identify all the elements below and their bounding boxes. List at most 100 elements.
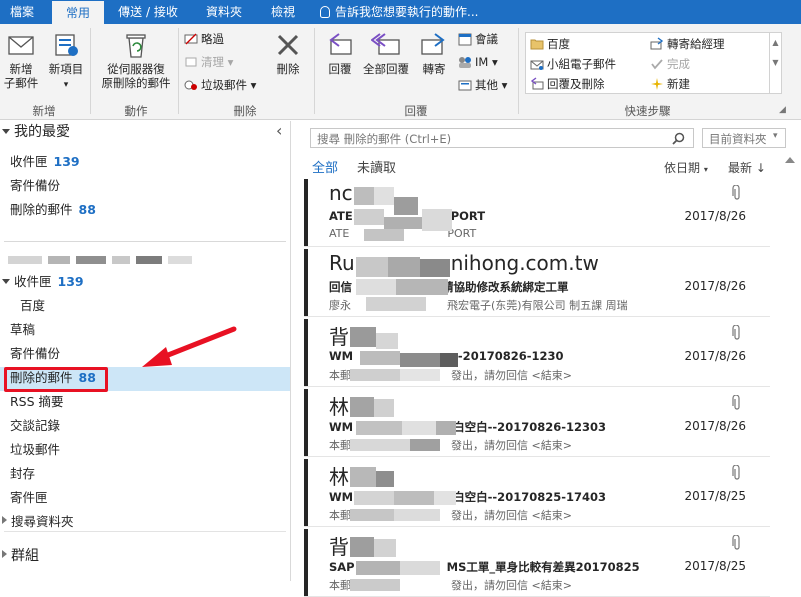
scroll-up-icon[interactable] <box>785 157 795 163</box>
group-label-quick-steps: 快速步驟 <box>624 104 671 118</box>
red-highlight-box <box>4 367 108 392</box>
folder-sent[interactable]: 寄件備份 <box>10 343 60 365</box>
more-respond-button[interactable]: 其他 ▾ <box>458 76 507 94</box>
cleanup-button[interactable]: 清理 ▾ <box>184 53 233 71</box>
reply-all-button[interactable]: 全部回覆 <box>360 30 412 76</box>
folder-search-folders[interactable]: 搜尋資料夾 <box>2 511 74 533</box>
expand-arrow-icon <box>2 279 10 284</box>
paperclip-icon <box>732 535 740 550</box>
redaction-block <box>48 256 70 264</box>
message-item[interactable]: 林 WM 白空白--20170825-17403 本郵 發出，請勿回信 <結束> 2… <box>304 459 770 527</box>
dialog-launcher-icon[interactable]: ◢ <box>779 105 786 115</box>
search-input[interactable]: 搜尋 刪除的郵件 (Ctrl+E) <box>310 128 694 148</box>
new-items-arrow: ▾ <box>63 80 69 90</box>
folder-inbox[interactable]: 收件匣 139 <box>2 271 84 293</box>
quick-step-label: 回覆及刪除 <box>547 77 605 91</box>
quick-steps-scrollbar[interactable]: ▲ ▼ <box>770 32 782 94</box>
quick-step-team-email[interactable]: 小組電子郵件 <box>530 55 616 73</box>
recycle-bin-icon <box>126 34 146 58</box>
junk-icon <box>184 80 197 90</box>
search-icon[interactable] <box>672 132 685 145</box>
delete-label: 刪除 <box>276 62 300 76</box>
quick-step-done[interactable]: 完成 <box>650 55 690 73</box>
redacted-mosaic <box>350 467 460 523</box>
tab-file[interactable]: 檔案 <box>0 0 44 24</box>
tab-view[interactable]: 檢視 <box>260 0 306 24</box>
message-sender: 林 <box>329 395 349 419</box>
tab-folder[interactable]: 資料夾 <box>196 0 252 24</box>
folder-archive[interactable]: 封存 <box>10 463 35 485</box>
groups-header[interactable]: 群組 <box>2 545 39 567</box>
folder-label: 交談記錄 <box>10 418 61 433</box>
filter-all[interactable]: 全部 <box>312 157 338 176</box>
cleanup-label: 清理 <box>201 55 224 69</box>
tell-me-box[interactable]: 告訴我您想要執行的動作... <box>320 0 478 24</box>
new-items-button[interactable]: 新項目 ▾ <box>46 30 86 92</box>
checkmark-icon <box>651 59 663 70</box>
new-email-button[interactable]: 新增 子郵件 <box>0 30 42 90</box>
forward-button[interactable]: 轉寄 <box>414 30 454 76</box>
recover-deleted-label: 從伺服器復 原刪除的郵件 <box>101 62 171 90</box>
message-item[interactable]: 林 WM 白空白--20170826-12303 本郵 發出，請勿回信 <結束> 2… <box>304 389 770 457</box>
quick-step-reply-delete[interactable]: 回覆及刪除 <box>530 75 605 93</box>
message-date: 2017/8/26 <box>684 419 746 433</box>
tab-send-receive[interactable]: 傳送 / 接收 <box>110 0 186 24</box>
message-item[interactable]: 背 WM --20170826-1230 本郵 發出，請勿回信 <結束> 2017/… <box>304 319 770 387</box>
new-email-label: 新增 子郵件 <box>3 62 39 90</box>
team-email-icon <box>530 60 544 70</box>
folder-junk[interactable]: 垃圾郵件 <box>10 439 60 461</box>
ribbon-tab-bar: 檔案 常用 傳送 / 接收 資料夾 檢視 告訴我您想要執行的動作... <box>0 0 801 24</box>
quick-step-new[interactable]: 新建 <box>650 75 690 93</box>
account-name-redacted[interactable] <box>8 253 198 267</box>
unread-indicator <box>304 529 308 596</box>
quick-step-forward-manager[interactable]: 轉寄給經理 <box>650 35 725 53</box>
reply-delete-icon <box>530 77 544 90</box>
redaction-block <box>8 256 42 264</box>
junk-button[interactable]: 垃圾郵件 ▾ <box>184 76 256 94</box>
new-email-icon <box>8 36 34 55</box>
redacted-mosaic <box>350 397 460 453</box>
ignore-button[interactable]: 略過 <box>184 30 224 48</box>
collapse-pane-icon[interactable]: ‹ <box>276 121 282 140</box>
im-button[interactable]: IM ▾ <box>458 53 498 71</box>
scrollbar[interactable] <box>782 157 798 581</box>
group-separator <box>90 28 91 114</box>
folder-conversation-history[interactable]: 交談記錄 <box>10 415 60 437</box>
folder-label: 收件匣 <box>14 274 52 289</box>
delete-button[interactable]: 刪除 <box>268 30 308 76</box>
quick-step-label: 小組電子郵件 <box>547 57 616 71</box>
search-scope-dropdown[interactable]: 目前資料夾 ▾ <box>702 128 786 148</box>
redaction-block <box>136 256 162 264</box>
filter-unread[interactable]: 未讀取 <box>357 157 396 176</box>
pane-divider <box>4 531 286 532</box>
sort-by-dropdown[interactable]: 依日期 ▾ <box>664 159 708 176</box>
folder-label: 寄件備份 <box>10 346 61 361</box>
reply-button[interactable]: 回覆 <box>320 30 360 76</box>
quick-step-baidu[interactable]: 百度 <box>530 35 570 53</box>
delete-x-icon <box>277 34 299 56</box>
message-item[interactable]: 背 SAP MS工單_單身比較有差異20170825 本郵 發出，請勿回信 <結束>… <box>304 529 770 597</box>
message-item[interactable]: Ru nihong.com.tw 回信 請協助修改系統綁定工單 廖永 飛宏電子(东莞)… <box>304 249 770 317</box>
favorite-deleted[interactable]: 刪除的郵件 88 <box>10 199 96 221</box>
group-separator <box>178 28 179 114</box>
recover-deleted-button[interactable]: 從伺服器復 原刪除的郵件 <box>96 30 176 90</box>
message-sender: 背 <box>329 535 349 559</box>
folder-label: 草稿 <box>10 322 36 337</box>
sort-order-toggle[interactable]: 最新 ↓ <box>728 159 766 176</box>
tab-home[interactable]: 常用 <box>52 0 104 24</box>
folder-drafts[interactable]: 草稿 <box>10 319 35 341</box>
redaction-block <box>112 256 130 264</box>
folder-outbox[interactable]: 寄件匣 <box>10 487 48 509</box>
quick-step-label: 轉寄給經理 <box>667 37 725 51</box>
folder-rss[interactable]: RSS 摘要 <box>10 391 64 413</box>
favorites-header[interactable]: 我的最愛 <box>2 121 70 143</box>
folder-label: 垃圾郵件 <box>10 442 61 457</box>
search-scope-label: 目前資料夾 <box>709 132 767 146</box>
message-item[interactable]: nc ATE PORT ATE PORT 2017/8/26 <box>304 179 770 247</box>
favorite-inbox[interactable]: 收件匣 139 <box>10 151 80 173</box>
meeting-button[interactable]: 會議 <box>458 30 498 48</box>
meeting-icon <box>458 33 472 46</box>
folder-baidu[interactable]: 百度 <box>20 295 45 317</box>
redaction-block <box>168 256 192 264</box>
favorite-sent[interactable]: 寄件備份 <box>10 175 60 197</box>
